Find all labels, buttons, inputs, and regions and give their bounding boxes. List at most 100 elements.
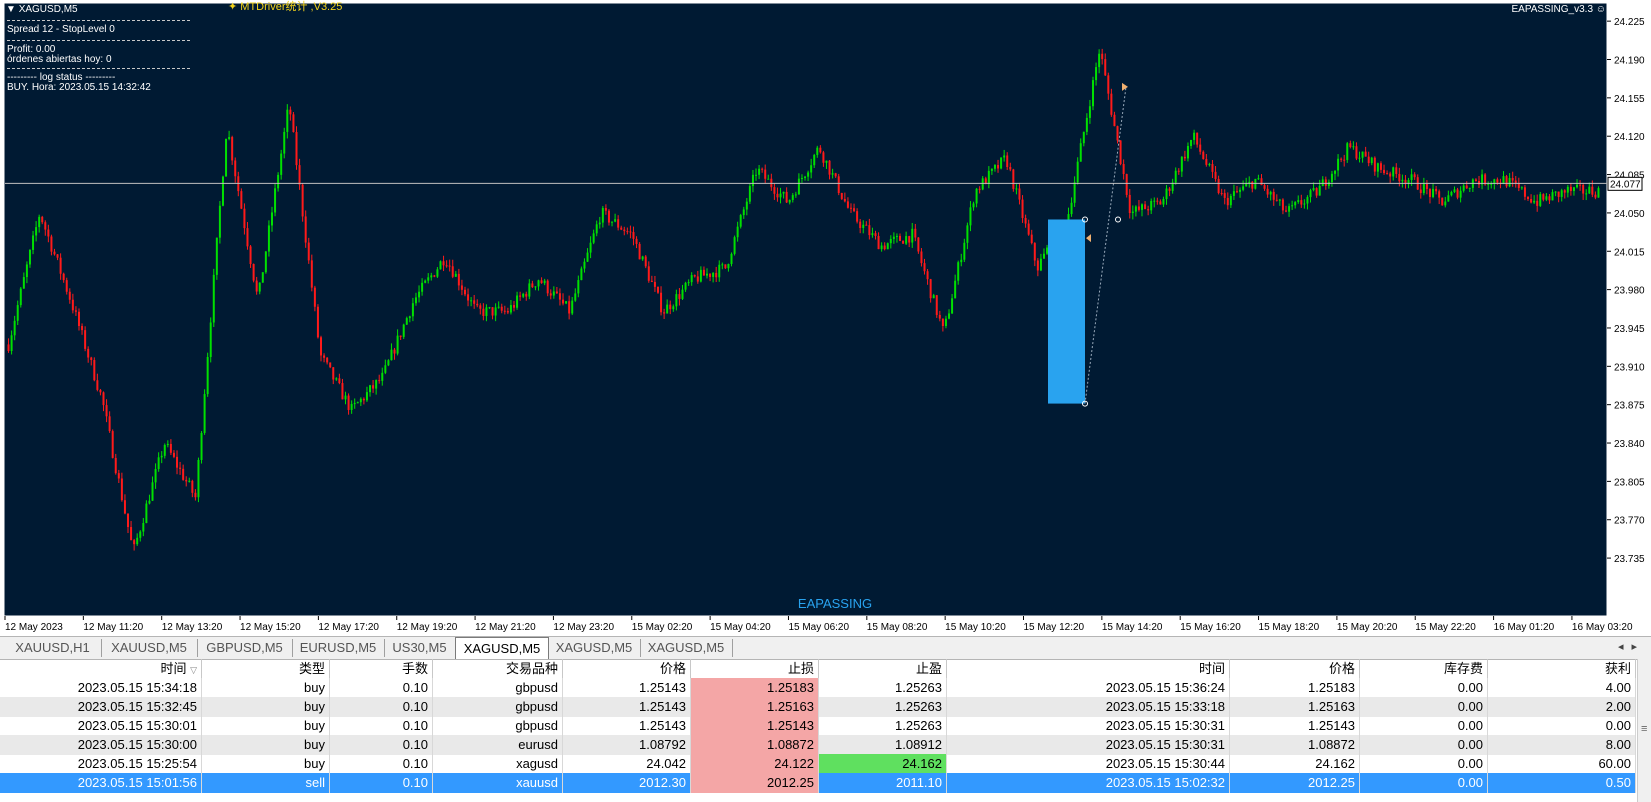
price-chart[interactable]: 24.225 24.190 24.155 24.120 24.085 24.050 24.0… [0, 0, 1651, 633]
candle-body [948, 313, 951, 319]
candle-body [503, 310, 506, 312]
column-header-swap[interactable]: 库存费 [1360, 659, 1488, 679]
table-scrollbar[interactable]: ≡ [1637, 659, 1651, 802]
candle-body [1119, 140, 1122, 165]
tab-gbpusd-m5[interactable]: GBPUSD,M5 [197, 639, 293, 657]
candle-body [1392, 167, 1395, 177]
chart-canvas[interactable]: 24.22524.19024.15524.12024.08524.05024.0… [0, 0, 1651, 633]
candle-body [892, 236, 895, 239]
candle-body [111, 431, 114, 458]
candle-body [326, 357, 329, 363]
candle-body [1315, 188, 1318, 196]
candle-body [1101, 53, 1104, 60]
candle-body [908, 236, 911, 243]
tab-scroll-arrows[interactable]: ◂▸ [1618, 640, 1645, 653]
candle-body [399, 335, 402, 337]
tab-xauusd-h1[interactable]: XAUUSD,H1 [4, 639, 102, 657]
cell-close-price: 1.25183 [1230, 678, 1360, 698]
tab-xagusd-m5[interactable]: XAGUSD,M5 [640, 639, 733, 657]
candle-body [114, 457, 117, 474]
candle-body [531, 283, 534, 288]
candle-body [307, 242, 310, 261]
column-header-price[interactable]: 价格 [563, 659, 691, 679]
cell-swap: 0.00 [1360, 678, 1488, 698]
chart-title[interactable]: ▼ XAGUSD,M5 [6, 4, 78, 16]
column-header-close-price[interactable]: 价格 [1230, 659, 1360, 679]
candle-body [1232, 191, 1235, 196]
candle-body [1000, 157, 1003, 169]
candle-body [365, 392, 368, 401]
candle-body [188, 480, 191, 482]
candle-body [491, 307, 494, 316]
tab-xauusd-m5[interactable]: XAUUSD,M5 [101, 639, 198, 657]
table-row[interactable]: 2023.05.15 15:34:18 buy 0.10 gbpusd 1.25143 1… [0, 678, 1636, 698]
column-header-profit[interactable]: 获利 [1488, 659, 1636, 679]
table-row[interactable]: 2023.05.15 15:01:56 sell 0.10 xauusd 2012.30… [0, 773, 1636, 793]
candle-body [460, 285, 463, 290]
column-header-stoploss[interactable]: 止损 [691, 659, 819, 679]
tab-xagusd-m5[interactable]: XAGUSD,M5 [548, 639, 641, 657]
dropdown-triangle-icon[interactable]: ▼ [6, 4, 16, 15]
column-header-takeprofit[interactable]: 止盈 [819, 659, 947, 679]
tab-xagusd-m5-active[interactable]: XAGUSD,M5 [455, 637, 549, 659]
table-row[interactable]: 2023.05.15 15:30:01 buy 0.10 gbpusd 1.25143 1… [0, 716, 1636, 736]
cell-stoploss: 2012.25 [691, 773, 819, 793]
time-tick-label: 12 May 2023 [5, 622, 63, 633]
candle-body [1566, 186, 1569, 193]
candle-body [1214, 171, 1217, 179]
current-price-label: 24.077 [1610, 179, 1641, 190]
candle-body [607, 210, 610, 223]
candle-body [298, 165, 301, 185]
tab-us30-m5[interactable]: US30,M5 [384, 639, 456, 657]
cell-profit: 0.50 [1488, 773, 1636, 793]
candle-body [699, 269, 702, 282]
cell-type: buy [202, 754, 330, 774]
candle-body [1235, 191, 1238, 193]
table-row[interactable]: 2023.05.15 15:32:45 buy 0.10 gbpusd 1.25143 1… [0, 697, 1636, 717]
column-header-type[interactable]: 类型 [202, 659, 330, 679]
candle-body [442, 261, 445, 266]
candle-body [614, 219, 617, 222]
candle-body [381, 372, 384, 381]
candle-body [1376, 163, 1379, 172]
candle-body [396, 335, 399, 354]
candle-body [785, 191, 788, 203]
scroll-grip-icon[interactable]: ≡ [1641, 723, 1647, 735]
candle-body [1361, 151, 1364, 158]
candle-body [721, 264, 724, 266]
tab-eurusd-m5[interactable]: EURUSD,M5 [292, 639, 385, 657]
candle-body [1582, 184, 1585, 194]
candle-body [1306, 197, 1309, 204]
table-row[interactable]: 2023.05.15 15:30:00 buy 0.10 eurusd 1.08792 1… [0, 735, 1636, 755]
open-orders-info: órdenes abiertas hoy: 0 [7, 54, 112, 65]
cell-swap: 0.00 [1360, 754, 1488, 774]
entry-highlight-box[interactable] [1048, 219, 1085, 404]
candle-body [200, 432, 203, 460]
candle-body [1508, 178, 1511, 187]
candle-body [482, 308, 485, 316]
candle-body [151, 482, 154, 501]
candle-body [951, 298, 954, 314]
column-header-open-time[interactable]: 时间 ▽ [0, 659, 202, 679]
candle-body [678, 294, 681, 299]
candle-body [880, 245, 883, 250]
table-row[interactable]: 2023.05.15 15:25:54 buy 0.10 xagusd 24.042 24… [0, 754, 1636, 774]
candle-body [120, 478, 123, 501]
candle-body [81, 326, 84, 331]
scroll-left-icon[interactable]: ◂ [1618, 641, 1632, 653]
candle-body [972, 203, 975, 208]
column-header-lots[interactable]: 手数 [330, 659, 433, 679]
candle-body [130, 527, 133, 541]
time-tick-label: 15 May 06:20 [788, 622, 849, 633]
candle-body [433, 275, 436, 277]
candle-body [1300, 200, 1303, 205]
candle-body [445, 265, 448, 267]
candle-body [215, 237, 218, 275]
column-header-close-time[interactable]: 时间 [947, 659, 1230, 679]
candle-body [197, 459, 200, 498]
column-header-symbol[interactable]: 交易品种 [433, 659, 563, 679]
candle-body [1122, 164, 1125, 175]
candle-body [408, 316, 411, 319]
scroll-right-icon[interactable]: ▸ [1631, 641, 1645, 653]
candle-body [1318, 185, 1321, 196]
